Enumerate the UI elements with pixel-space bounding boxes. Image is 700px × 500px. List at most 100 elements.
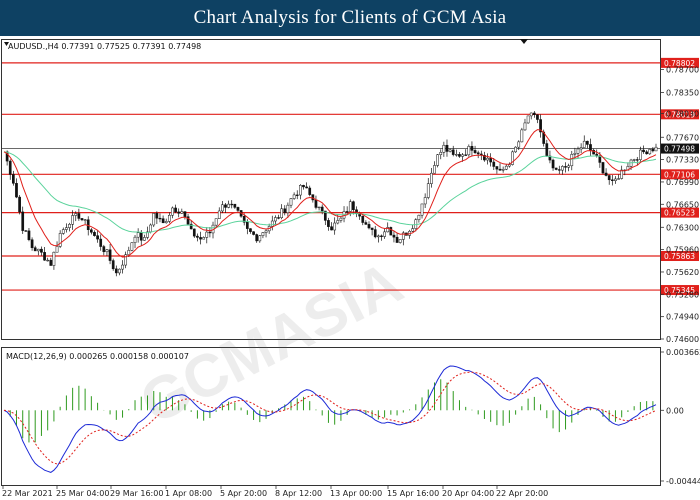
candle-body	[601, 162, 605, 174]
macd-pane[interactable]	[1, 347, 661, 486]
candle-body	[258, 235, 262, 242]
time-tick-label: 5 Apr 20:00	[220, 489, 267, 498]
candle-body	[389, 227, 393, 236]
candle-body	[314, 199, 318, 208]
candle-body	[36, 248, 40, 252]
candle-body	[161, 218, 165, 224]
candle-body	[364, 222, 368, 225]
candle-body	[249, 228, 252, 232]
candle-body	[217, 210, 221, 219]
candle-body	[579, 147, 583, 150]
price-tick-label: 0.78700	[666, 66, 699, 75]
candle-body	[311, 194, 315, 201]
price-tick-label: 0.77330	[666, 156, 699, 165]
price-tick-label: 0.77670	[666, 133, 699, 142]
price-tick-label: 0.74600	[666, 335, 699, 344]
price-tick-label: 0.76650	[666, 200, 699, 209]
candle-body	[261, 232, 265, 236]
candle-body	[504, 165, 508, 170]
candle-body	[61, 229, 65, 234]
candle-body	[143, 237, 146, 241]
candle-body	[55, 246, 59, 253]
time-tick-label: 25 Mar 04:00	[56, 489, 109, 498]
candle-body	[295, 194, 299, 196]
candle-body	[43, 252, 46, 261]
candle-body	[192, 228, 196, 237]
candle-body	[361, 215, 365, 223]
candle-body	[573, 153, 577, 155]
candle-body	[155, 213, 159, 219]
candle-body	[582, 140, 586, 148]
candle-body	[86, 219, 90, 230]
candle-body	[532, 112, 536, 115]
candle-body	[417, 214, 421, 220]
candle-body	[639, 149, 642, 160]
candle-body	[133, 236, 137, 243]
candle-body	[127, 250, 131, 255]
candle-body	[177, 211, 181, 214]
candle-body	[30, 239, 34, 248]
candle-body	[336, 220, 340, 224]
candle-body	[208, 231, 212, 234]
candle-body	[333, 222, 337, 231]
candle-body	[576, 148, 580, 154]
candle-body	[348, 201, 352, 212]
candle-body	[196, 235, 199, 238]
time-tick-label: 29 Mar 16:00	[110, 489, 163, 498]
candle-body	[299, 185, 302, 196]
candle-body	[442, 144, 446, 153]
trading-chart[interactable]: GCMASIA 0.788020.780190.771060.765230.75…	[0, 36, 700, 500]
candle-body	[46, 259, 50, 262]
candle-body	[557, 169, 561, 171]
candle-body	[130, 242, 134, 251]
candle-body	[461, 154, 464, 157]
candle-body	[517, 141, 521, 148]
candle-body	[448, 149, 452, 152]
price-tick-label: 0.78030	[666, 110, 699, 119]
candle-body	[330, 226, 333, 231]
candle-body	[439, 152, 443, 155]
price-tick-label: 0.74940	[666, 313, 699, 322]
candle-body	[645, 151, 648, 155]
candle-body	[486, 157, 489, 161]
candle-body	[158, 217, 162, 220]
time-tick-label: 13 Apr 00:00	[330, 489, 382, 498]
candle-body	[74, 213, 78, 216]
candle-body	[264, 230, 268, 233]
candle-body	[642, 149, 645, 153]
candle-body	[570, 154, 574, 167]
candle-body	[93, 232, 96, 236]
candle-body	[15, 183, 18, 198]
candle-body	[255, 234, 259, 242]
candle-body	[80, 218, 84, 221]
candle-body	[230, 203, 234, 206]
candle-body	[65, 227, 68, 230]
candle-body	[367, 224, 371, 229]
candle-body	[398, 239, 402, 243]
candle-body	[305, 186, 308, 189]
candle-body	[71, 215, 74, 225]
current-price-label: 0.77498	[664, 145, 695, 154]
candle-body	[458, 154, 461, 157]
candle-body	[121, 264, 124, 270]
candle-body	[152, 213, 156, 226]
candle-body	[308, 187, 312, 195]
candle-body	[180, 211, 184, 214]
candle-body	[339, 217, 343, 221]
price-tick-label: 0.76300	[666, 223, 699, 232]
candle-body	[380, 235, 383, 237]
candle-body	[108, 249, 112, 261]
candle-body	[617, 178, 620, 180]
candle-body	[470, 146, 474, 151]
candle-body	[567, 165, 571, 168]
candle-body	[523, 122, 527, 131]
candle-body	[526, 115, 530, 124]
candle-body	[320, 206, 324, 212]
candle-body	[292, 194, 296, 199]
candle-body	[283, 208, 287, 214]
candle-body	[492, 161, 496, 167]
candle-body	[277, 217, 280, 219]
candle-body	[648, 149, 652, 155]
candle-body	[451, 149, 455, 155]
candle-body	[345, 211, 349, 213]
